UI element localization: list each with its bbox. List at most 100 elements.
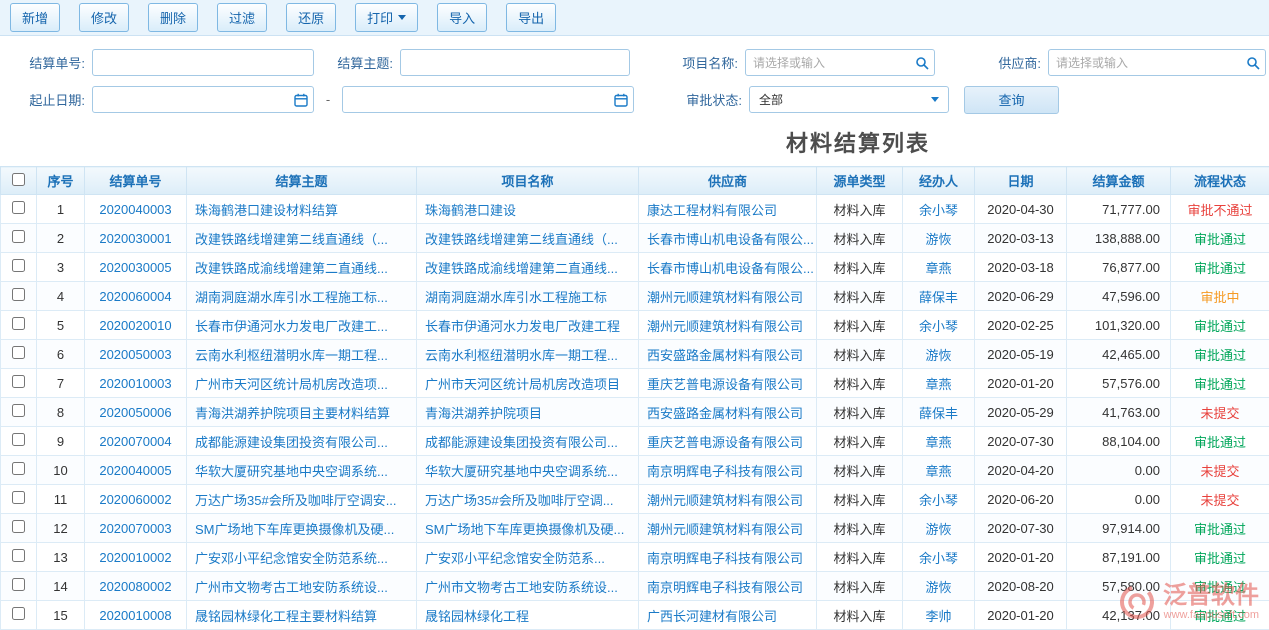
settlement-topic-link[interactable]: 青海洪湖养护院项目主要材料结算 [187,398,417,427]
settlement-topic-link[interactable]: 改建铁路线增建第二线直通线（... [187,224,417,253]
project-name-link[interactable]: 广安邓小平纪念馆安全防范系... [417,543,639,572]
row-checkbox[interactable] [12,317,25,330]
supplier-link[interactable]: 西安盛路金属材料有限公司 [639,398,817,427]
supplier-link[interactable]: 潮州元顺建筑材料有限公司 [639,282,817,311]
row-checkbox[interactable] [12,520,25,533]
settlement-no-link[interactable]: 2020050003 [85,340,187,369]
project-name-link[interactable]: 成都能源建设集团投资有限公司... [417,427,639,456]
row-checkbox[interactable] [12,259,25,272]
row-checkbox[interactable] [12,230,25,243]
settlement-topic-link[interactable]: 华软大厦研究基地中央空调系统... [187,456,417,485]
project-name-link[interactable]: 珠海鹤港口建设 [417,195,639,224]
add-button[interactable]: 新增 [10,3,60,32]
row-checkbox[interactable] [12,375,25,388]
project-name-link[interactable]: 改建铁路线增建第二线直通线（... [417,224,639,253]
settlement-topic-link[interactable]: 云南水利枢纽潜明水库一期工程... [187,340,417,369]
settlement-no-link[interactable]: 2020010008 [85,601,187,630]
delete-button[interactable]: 删除 [148,3,198,32]
row-index-cell: 11 [37,485,85,514]
settlement-topic-input[interactable] [400,49,630,76]
settlement-no-link[interactable]: 2020060004 [85,282,187,311]
end-date-input[interactable] [342,86,634,113]
project-name-link[interactable]: 改建铁路成渝线增建第二直通线... [417,253,639,282]
settlement-no-link[interactable]: 2020020010 [85,311,187,340]
edit-button[interactable]: 修改 [79,3,129,32]
approval-status-select[interactable]: 全部 [749,86,949,113]
query-button[interactable]: 查询 [964,86,1059,114]
project-search-icon[interactable] [915,56,929,70]
project-name-link[interactable]: 长春市伊通河水力发电厂改建工程 [417,311,639,340]
filter-button[interactable]: 过滤 [217,3,267,32]
supplier-link[interactable]: 西安盛路金属材料有限公司 [639,340,817,369]
supplier-search-icon[interactable] [1246,56,1260,70]
row-checkbox[interactable] [12,288,25,301]
row-checkbox[interactable] [12,491,25,504]
settlement-topic-link[interactable]: 改建铁路成渝线增建第二直通线... [187,253,417,282]
supplier-link[interactable]: 重庆艺普电源设备有限公司 [639,427,817,456]
row-checkbox[interactable] [12,404,25,417]
project-name-link[interactable]: 湖南洞庭湖水库引水工程施工标 [417,282,639,311]
project-name-link[interactable]: 广州市天河区统计局机房改造项目 [417,369,639,398]
settlement-topic-link[interactable]: 湖南洞庭湖水库引水工程施工标... [187,282,417,311]
row-checkbox[interactable] [12,346,25,359]
select-all-cell [1,167,37,195]
settlement-no-input[interactable] [92,49,314,76]
start-date-calendar-icon[interactable] [294,93,308,107]
settlement-no-link[interactable]: 2020010003 [85,369,187,398]
settlement-topic-link[interactable]: 广安邓小平纪念馆安全防范系统... [187,543,417,572]
settlement-no-link[interactable]: 2020070003 [85,514,187,543]
row-checkbox[interactable] [12,607,25,620]
settlement-topic-link[interactable]: 成都能源建设集团投资有限公司... [187,427,417,456]
settlement-topic-link[interactable]: 晟铭园林绿化工程主要材料结算 [187,601,417,630]
settlement-no-link[interactable]: 2020030005 [85,253,187,282]
import-button[interactable]: 导入 [437,3,487,32]
supplier-link[interactable]: 广西长河建材有限公司 [639,601,817,630]
settlement-no-link[interactable]: 2020030001 [85,224,187,253]
select-all-checkbox[interactable] [12,173,25,186]
project-name-link[interactable]: 万达广场35#会所及咖啡厅空调... [417,485,639,514]
settlement-no-link[interactable]: 2020040003 [85,195,187,224]
supplier-link[interactable]: 潮州元顺建筑材料有限公司 [639,514,817,543]
settlement-topic-link[interactable]: 广州市天河区统计局机房改造项... [187,369,417,398]
settlement-no-link[interactable]: 2020010002 [85,543,187,572]
project-name-link[interactable]: 广州市文物考古工地安防系统设... [417,572,639,601]
start-date-input[interactable] [92,86,314,113]
settlement-no-link[interactable]: 2020050006 [85,398,187,427]
supplier-link[interactable]: 潮州元顺建筑材料有限公司 [639,311,817,340]
settlement-topic-link[interactable]: SM广场地下车库更换摄像机及硬... [187,514,417,543]
supplier-link[interactable]: 潮州元顺建筑材料有限公司 [639,485,817,514]
project-name-link[interactable]: 晟铭园林绿化工程 [417,601,639,630]
supplier-link[interactable]: 南京明辉电子科技有限公司 [639,572,817,601]
settlement-topic-link[interactable]: 广州市文物考古工地安防系统设... [187,572,417,601]
row-checkbox[interactable] [12,201,25,214]
settlement-topic-link[interactable]: 万达广场35#会所及咖啡厅空调安... [187,485,417,514]
export-button[interactable]: 导出 [506,3,556,32]
supplier-link[interactable]: 南京明辉电子科技有限公司 [639,543,817,572]
settlement-no-link[interactable]: 2020080002 [85,572,187,601]
project-name-link[interactable]: 青海洪湖养护院项目 [417,398,639,427]
print-button[interactable]: 打印 [355,3,418,32]
project-name-input[interactable] [745,49,935,76]
supplier-link[interactable]: 长春市博山机电设备有限公... [639,224,817,253]
restore-button[interactable]: 还原 [286,3,336,32]
settlement-no-link[interactable]: 2020070004 [85,427,187,456]
end-date-calendar-icon[interactable] [614,93,628,107]
row-checkbox[interactable] [12,462,25,475]
supplier-input[interactable] [1048,49,1266,76]
row-checkbox[interactable] [12,549,25,562]
settlement-no-link[interactable]: 2020060002 [85,485,187,514]
project-name-link[interactable]: SM广场地下车库更换摄像机及硬... [417,514,639,543]
supplier-link[interactable]: 康达工程材料有限公司 [639,195,817,224]
print-button-label: 打印 [367,8,393,27]
supplier-link[interactable]: 重庆艺普电源设备有限公司 [639,369,817,398]
handler-cell: 章燕 [903,369,975,398]
settlement-topic-link[interactable]: 长春市伊通河水力发电厂改建工... [187,311,417,340]
project-name-link[interactable]: 华软大厦研究基地中央空调系统... [417,456,639,485]
project-name-link[interactable]: 云南水利枢纽潜明水库一期工程... [417,340,639,369]
supplier-link[interactable]: 南京明辉电子科技有限公司 [639,456,817,485]
settlement-topic-link[interactable]: 珠海鹤港口建设材料结算 [187,195,417,224]
supplier-link[interactable]: 长春市博山机电设备有限公... [639,253,817,282]
settlement-no-link[interactable]: 2020040005 [85,456,187,485]
row-checkbox[interactable] [12,578,25,591]
row-checkbox[interactable] [12,433,25,446]
